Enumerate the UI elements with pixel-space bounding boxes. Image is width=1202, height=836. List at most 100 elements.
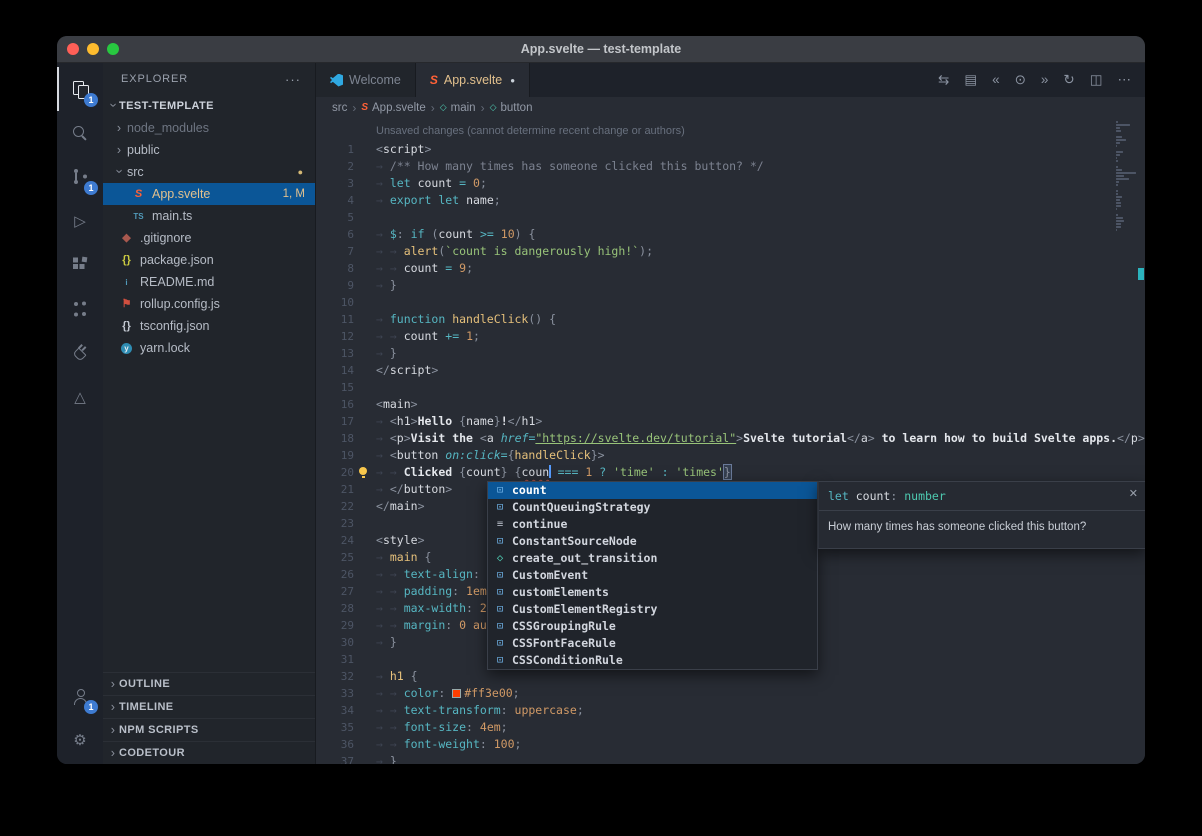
breadcrumb-button[interactable]: ◇button: [490, 102, 533, 114]
tab-app-svelte[interactable]: SApp.svelte●: [416, 63, 530, 97]
code-line-5[interactable]: 5: [316, 209, 1145, 226]
code-line-17[interactable]: 17→ <h1>Hello {name}!</h1>: [316, 413, 1145, 430]
open-changes-icon[interactable]: ⊙: [1015, 73, 1026, 87]
line-number[interactable]: 31: [316, 651, 354, 668]
line-number[interactable]: 34: [316, 702, 354, 719]
line-number[interactable]: 3: [316, 175, 354, 192]
line-number[interactable]: 21: [316, 481, 354, 498]
line-number[interactable]: 4: [316, 192, 354, 209]
code-line-13[interactable]: 13→ }: [316, 345, 1145, 362]
line-number[interactable]: 32: [316, 668, 354, 685]
suggest-item-count[interactable]: ⊡count: [488, 482, 817, 499]
suggest-item-customelementregistry[interactable]: ⊡CustomElementRegistry: [488, 601, 817, 618]
minimap[interactable]: [1116, 121, 1138, 232]
line-number[interactable]: 25: [316, 549, 354, 566]
line-number[interactable]: 26: [316, 566, 354, 583]
code-line-32[interactable]: 32→ h1 {: [316, 668, 1145, 685]
line-number[interactable]: 28: [316, 600, 354, 617]
code-line-33[interactable]: 33→ → color: #ff3e00;: [316, 685, 1145, 702]
line-number[interactable]: 30: [316, 634, 354, 651]
line-number[interactable]: 16: [316, 396, 354, 413]
code-line-9[interactable]: 9→ }: [316, 277, 1145, 294]
line-number[interactable]: 19: [316, 447, 354, 464]
line-number[interactable]: 35: [316, 719, 354, 736]
activity-item-settings[interactable]: ⚙: [57, 718, 103, 762]
line-number[interactable]: 14: [316, 362, 354, 379]
workspace-section-header[interactable]: › TEST-TEMPLATE: [103, 95, 315, 117]
line-number[interactable]: 36: [316, 736, 354, 753]
code-line-10[interactable]: 10: [316, 294, 1145, 311]
section-outline[interactable]: ›OUTLINE: [103, 672, 315, 695]
suggest-item-cssfontfacerule[interactable]: ⊡CSSFontFaceRule: [488, 635, 817, 652]
activity-item-search[interactable]: [57, 111, 103, 155]
code-line-34[interactable]: 34→ → text-transform: uppercase;: [316, 702, 1145, 719]
line-number[interactable]: 23: [316, 515, 354, 532]
compare-changes-icon[interactable]: ⇆: [938, 73, 949, 87]
previous-change-icon[interactable]: «: [992, 73, 1000, 87]
code-line-15[interactable]: 15: [316, 379, 1145, 396]
code-line-4[interactable]: 4→ export let name;: [316, 192, 1145, 209]
breadcrumb-main[interactable]: ◇main: [440, 102, 476, 114]
code-line-36[interactable]: 36→ → font-weight: 100;: [316, 736, 1145, 753]
breadcrumb-app-svelte[interactable]: SApp.svelte: [361, 102, 425, 114]
line-number[interactable]: 2: [316, 158, 354, 175]
folder-node-modules[interactable]: ›node_modules: [103, 117, 315, 139]
suggest-item-customelements[interactable]: ⊡customElements: [488, 584, 817, 601]
activity-item-run-debug[interactable]: ▷: [57, 199, 103, 243]
explorer-more-actions-icon[interactable]: ···: [285, 72, 301, 87]
code-line-11[interactable]: 11→ function handleClick() {: [316, 311, 1145, 328]
line-number[interactable]: 20: [316, 464, 354, 481]
suggest-item-continue[interactable]: ≡continue: [488, 516, 817, 533]
suggest-item-constantsourcenode[interactable]: ⊡ConstantSourceNode: [488, 533, 817, 550]
code-line-8[interactable]: 8→ → count = 9;: [316, 260, 1145, 277]
file-tsconfig-json[interactable]: {}tsconfig.json: [103, 315, 315, 337]
code-line-37[interactable]: 37→ }: [316, 753, 1145, 764]
line-number[interactable]: 15: [316, 379, 354, 396]
more-actions-icon[interactable]: ⋯: [1118, 73, 1132, 87]
code-line-19[interactable]: 19→ <button on:click={handleClick}>: [316, 447, 1145, 464]
activity-item-remote[interactable]: [57, 331, 103, 375]
code-line-20[interactable]: 20→ → Clicked {count} {coun === 1 ? 'tim…: [316, 464, 1145, 481]
line-number[interactable]: 9: [316, 277, 354, 294]
line-number[interactable]: 18: [316, 430, 354, 447]
open-preview-icon[interactable]: ▤: [964, 73, 977, 87]
suggest-item-customevent[interactable]: ⊡CustomEvent: [488, 567, 817, 584]
close-icon[interactable]: ✕: [1129, 486, 1138, 503]
close-window-button[interactable]: [67, 43, 79, 55]
line-number[interactable]: 17: [316, 413, 354, 430]
activity-item-github-pr[interactable]: [57, 287, 103, 331]
line-number[interactable]: 33: [316, 685, 354, 702]
minimize-window-button[interactable]: [87, 43, 99, 55]
folder-public[interactable]: ›public: [103, 139, 315, 161]
code-line-14[interactable]: 14</script>: [316, 362, 1145, 379]
file-yarn-lock[interactable]: yyarn.lock: [103, 337, 315, 359]
suggest-item-countqueuingstrategy[interactable]: ⊡CountQueuingStrategy: [488, 499, 817, 516]
line-number[interactable]: 22: [316, 498, 354, 515]
line-number[interactable]: 12: [316, 328, 354, 345]
file-readme-md[interactable]: iREADME.md: [103, 271, 315, 293]
line-number[interactable]: 6: [316, 226, 354, 243]
code-line-6[interactable]: 6→ $: if (count >= 10) {: [316, 226, 1145, 243]
section-timeline[interactable]: ›TIMELINE: [103, 695, 315, 718]
line-number[interactable]: 5: [316, 209, 354, 226]
file-main-ts[interactable]: TSmain.ts: [103, 205, 315, 227]
line-number[interactable]: 24: [316, 532, 354, 549]
activity-item-explorer[interactable]: 1: [57, 67, 103, 111]
suggest-item-create-out-transition[interactable]: ◇create_out_transition: [488, 550, 817, 567]
code-line-3[interactable]: 3→ let count = 0;: [316, 175, 1145, 192]
zoom-window-button[interactable]: [107, 43, 119, 55]
title-bar[interactable]: App.svelte — test-template: [57, 36, 1145, 63]
line-number[interactable]: 8: [316, 260, 354, 277]
breadcrumb-src[interactable]: src: [332, 102, 347, 114]
line-number[interactable]: 10: [316, 294, 354, 311]
code-line-7[interactable]: 7→ → alert(`count is dangerously high!`)…: [316, 243, 1145, 260]
code-line-18[interactable]: 18→ <p>Visit the <a href="https://svelte…: [316, 430, 1145, 447]
section-codetour[interactable]: ›CODETOUR: [103, 741, 315, 764]
file-package-json[interactable]: {}package.json: [103, 249, 315, 271]
line-number[interactable]: 29: [316, 617, 354, 634]
file-rollup-config-js[interactable]: ⚑rollup.config.js: [103, 293, 315, 315]
file-app-svelte[interactable]: SApp.svelte1, M: [103, 183, 315, 205]
line-number[interactable]: 11: [316, 311, 354, 328]
code-line-16[interactable]: 16<main>: [316, 396, 1145, 413]
code-line-1[interactable]: 1<script>: [316, 141, 1145, 158]
